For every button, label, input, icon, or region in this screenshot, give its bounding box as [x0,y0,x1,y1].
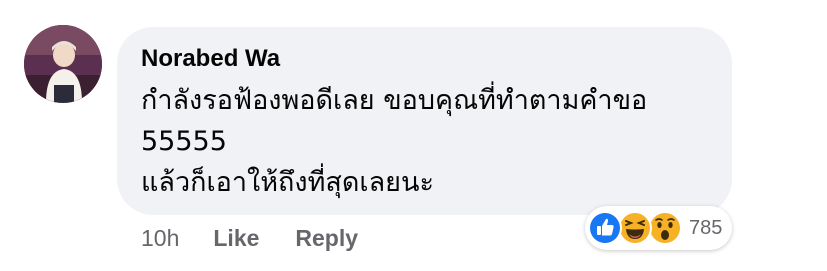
comment-text: กำลังรอฟ้องพอดีเลย ขอบคุณที่ทำตามคำขอ 55… [141,80,708,203]
like-button[interactable]: Like [213,225,259,252]
comment-actions: 10h Like Reply [141,221,394,255]
comment: Norabed Wa กำลังรอฟ้องพอดีเลย ขอบคุณที่ท… [0,0,827,271]
comment-bubble: Norabed Wa กำลังรอฟ้องพอดีเลย ขอบคุณที่ท… [117,27,732,215]
reaction-count: 785 [689,216,723,239]
comment-text-line: กำลังรอฟ้องพอดีเลย ขอบคุณที่ทำตามคำขอ [141,85,648,116]
reply-button[interactable]: Reply [295,225,358,252]
avatar-photo [24,25,102,103]
like-icon [587,210,623,246]
comment-text-line: แล้วก็เอาให้ถึงที่สุดเลยนะ [141,167,434,198]
comment-text-line: 55555 [141,126,227,157]
avatar[interactable] [24,25,102,103]
comment-author[interactable]: Norabed Wa [141,44,708,74]
reactions-summary[interactable]: 785 [585,206,733,250]
comment-timestamp[interactable]: 10h [141,225,179,252]
